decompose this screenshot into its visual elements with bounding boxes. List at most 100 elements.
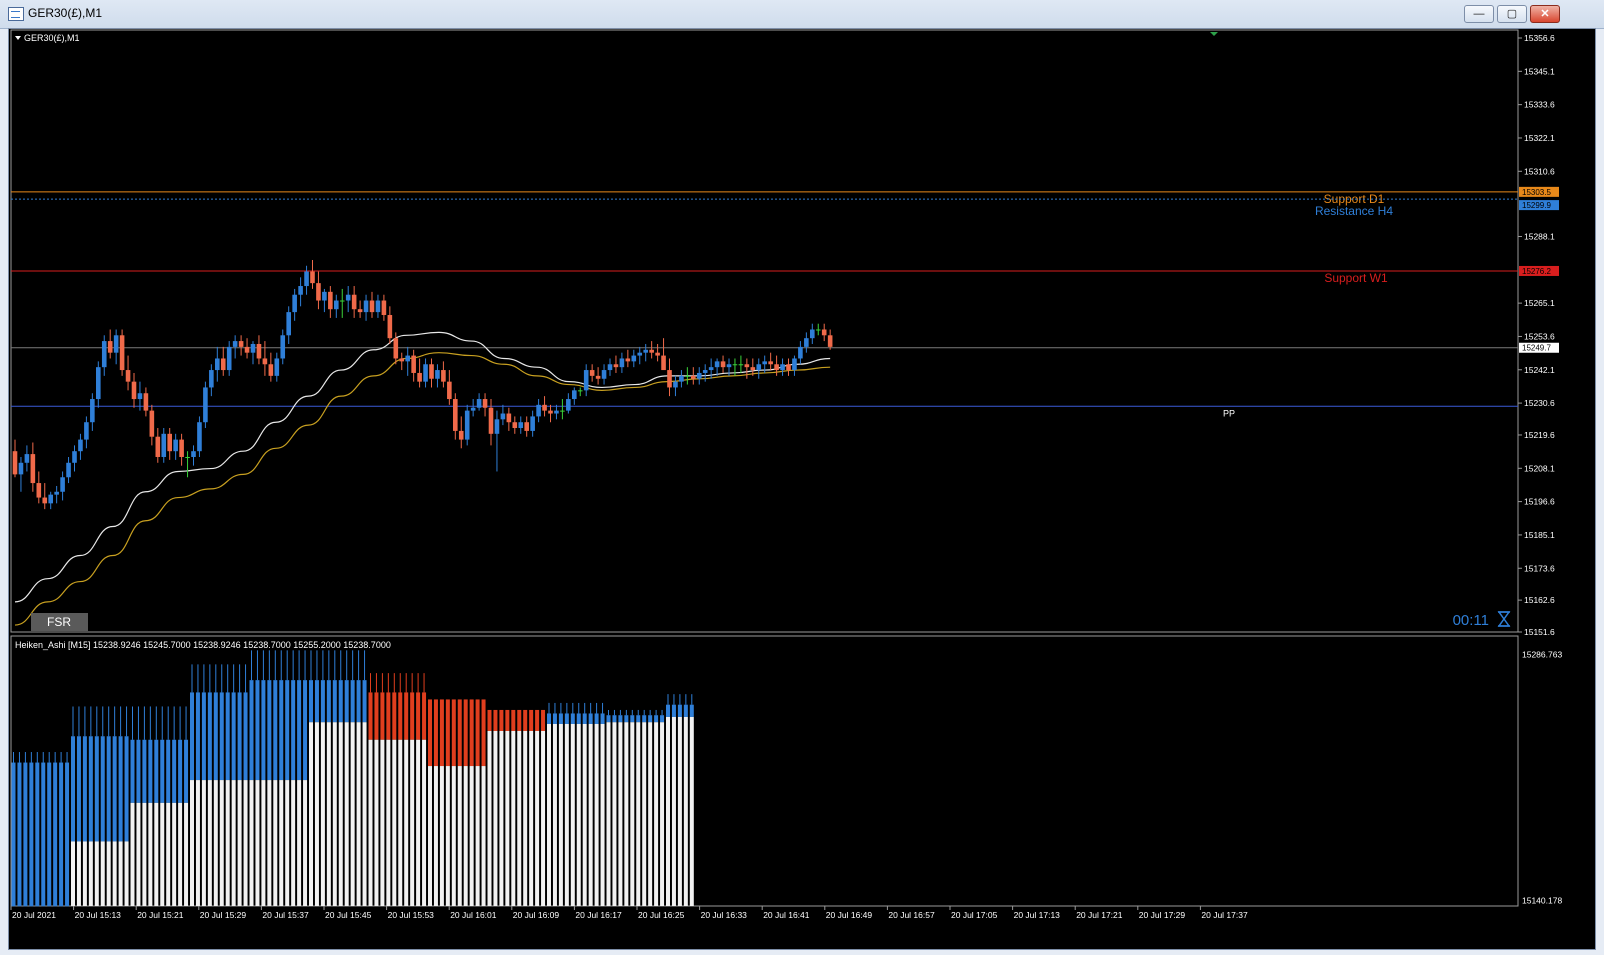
candle[interactable] bbox=[119, 329, 125, 376]
window-titlebar[interactable]: GER30(£),M1 — ▢ ✕ bbox=[0, 0, 1604, 29]
heiken-ashi-bar bbox=[398, 673, 403, 906]
candle-body bbox=[72, 451, 77, 463]
candle[interactable] bbox=[203, 381, 208, 429]
ha-body bbox=[606, 715, 611, 723]
candle-body bbox=[744, 364, 750, 368]
ha-base bbox=[273, 780, 278, 906]
ha-body bbox=[493, 709, 498, 731]
level-price-badge-text: 15299.9 bbox=[1522, 201, 1551, 210]
candle-body bbox=[810, 329, 815, 339]
candle-body bbox=[577, 390, 583, 392]
ha-base bbox=[493, 730, 498, 906]
ha-body bbox=[648, 715, 653, 723]
ha-body bbox=[344, 680, 349, 723]
heiken-ashi-bar bbox=[291, 650, 296, 906]
heiken-ashi-bar bbox=[469, 699, 474, 906]
ha-base bbox=[350, 722, 355, 906]
ha-body bbox=[570, 713, 575, 724]
indicator-label: Heiken_Ashi [M15] 15238.9246 15245.7000 … bbox=[15, 640, 391, 650]
ha-body bbox=[362, 680, 367, 723]
ha-base bbox=[326, 722, 331, 906]
ha-base bbox=[380, 739, 385, 906]
ha-base bbox=[237, 780, 242, 906]
candle-body bbox=[18, 462, 24, 475]
candle-body bbox=[506, 413, 512, 423]
price-axis-label: 15288.1 bbox=[1524, 231, 1555, 241]
candle-body bbox=[280, 335, 286, 359]
ha-body bbox=[326, 680, 331, 723]
heiken-ashi-bar bbox=[35, 752, 40, 907]
heiken-ashi-bar bbox=[606, 709, 611, 906]
candle-body bbox=[322, 291, 327, 301]
heiken-ashi-bar bbox=[190, 664, 194, 906]
ha-base bbox=[487, 730, 492, 906]
ha-body bbox=[53, 762, 58, 907]
chart-canvas[interactable]: Support D1 15303.5Resistance H4 15299.9Sup… bbox=[9, 29, 1595, 949]
ha-body bbox=[267, 680, 272, 781]
ha-body bbox=[576, 713, 581, 724]
candle-body bbox=[250, 343, 256, 353]
level-price-badge-text: 15303.5 bbox=[1522, 188, 1551, 197]
ha-body bbox=[505, 709, 510, 731]
close-button[interactable]: ✕ bbox=[1530, 5, 1560, 23]
heiken-ashi-bar bbox=[124, 706, 129, 906]
candle-body bbox=[96, 367, 101, 400]
ha-body bbox=[630, 715, 635, 723]
candle-body bbox=[601, 370, 607, 379]
ha-body bbox=[338, 680, 343, 723]
ha-body bbox=[517, 709, 522, 731]
candle-body bbox=[143, 393, 149, 411]
heiken-ashi-bar bbox=[642, 709, 647, 906]
ha-body bbox=[100, 736, 105, 842]
candle[interactable] bbox=[197, 416, 202, 457]
maximize-button[interactable]: ▢ bbox=[1497, 5, 1527, 23]
ha-base bbox=[160, 802, 165, 906]
ha-base bbox=[285, 780, 290, 906]
candle[interactable] bbox=[464, 404, 470, 446]
heiken-ashi-bar bbox=[267, 650, 272, 906]
heiken-ashi-bar bbox=[326, 650, 331, 906]
ha-base bbox=[184, 802, 189, 906]
heiken-ashi-bar bbox=[303, 650, 308, 906]
ha-body bbox=[154, 739, 159, 803]
heiken-ashi-bar bbox=[225, 664, 230, 906]
minimize-button[interactable]: — bbox=[1464, 5, 1494, 23]
ha-base bbox=[76, 841, 81, 906]
heiken-ashi-bar bbox=[630, 709, 635, 906]
candle-body bbox=[84, 422, 89, 440]
ha-base bbox=[219, 780, 224, 906]
ha-base bbox=[612, 722, 617, 906]
candle-body bbox=[191, 451, 196, 457]
ha-base bbox=[338, 722, 343, 906]
candle-body bbox=[36, 483, 42, 498]
heiken-ashi-bar bbox=[683, 694, 688, 906]
ha-base bbox=[660, 722, 665, 906]
candle-body bbox=[286, 312, 291, 336]
ha-base bbox=[410, 739, 415, 906]
ha-body bbox=[219, 692, 224, 781]
heiken-ashi-bar bbox=[392, 673, 397, 906]
candle-body bbox=[244, 346, 250, 353]
heiken-ashi-bar bbox=[350, 650, 355, 906]
chart-window[interactable]: Support D1 15303.5 Resistance H4 15299.9 Sup… bbox=[8, 28, 1596, 950]
symbol-label: GER30(£),M1 bbox=[24, 33, 80, 43]
ha-base bbox=[451, 766, 456, 906]
ha-base bbox=[136, 802, 141, 906]
heiken-ashi-bar bbox=[207, 664, 212, 906]
candle-body bbox=[738, 364, 744, 366]
ha-base bbox=[666, 716, 670, 906]
ha-body bbox=[273, 680, 278, 781]
heiken-ashi-bar bbox=[368, 673, 373, 906]
ha-base bbox=[166, 802, 171, 906]
ha-body bbox=[523, 709, 528, 731]
ha-body bbox=[160, 739, 165, 803]
heiken-ashi-bar bbox=[433, 699, 438, 906]
candle-body bbox=[399, 358, 405, 362]
heiken-ashi-bar bbox=[666, 694, 670, 906]
candle-body bbox=[328, 291, 333, 310]
ha-base bbox=[207, 780, 212, 906]
level-label: Resistance H4 bbox=[1315, 204, 1393, 218]
heiken-ashi-bar bbox=[451, 699, 456, 906]
ha-base bbox=[624, 722, 629, 906]
price-axis-label: 15265.1 bbox=[1524, 298, 1555, 308]
